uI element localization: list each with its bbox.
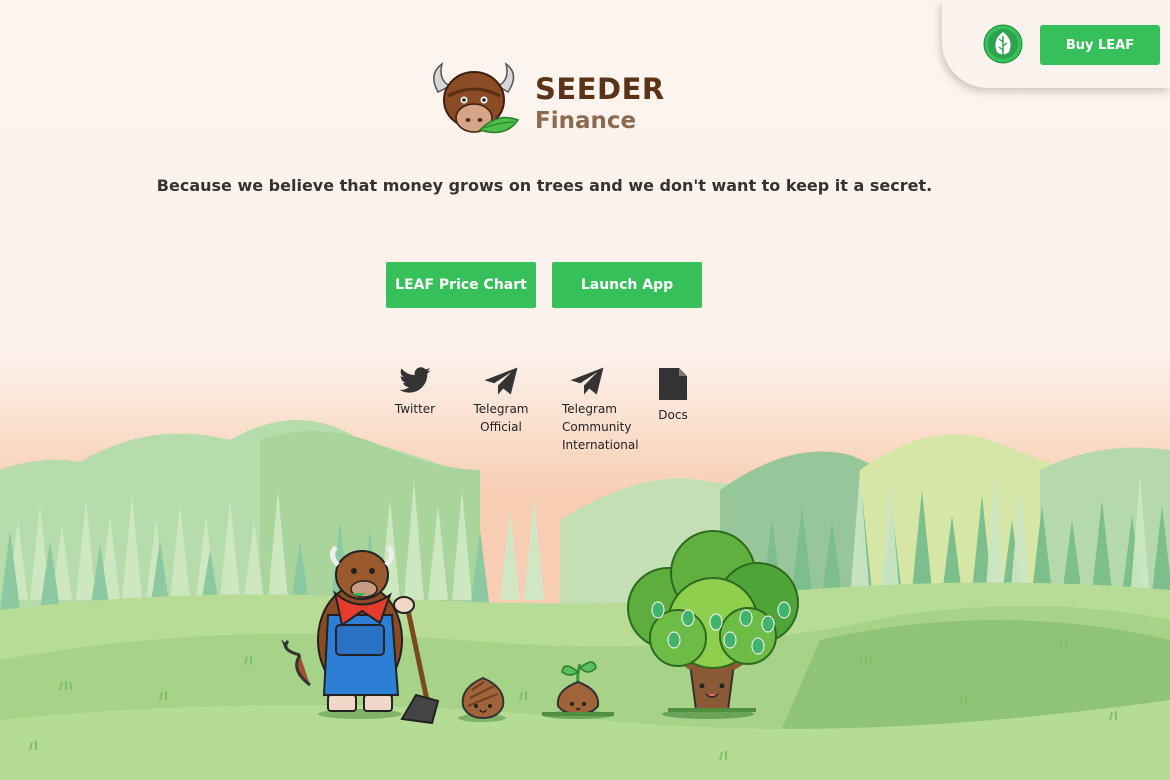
leaf-token-icon (983, 24, 1023, 64)
twitter-link[interactable]: Twitter (370, 366, 460, 418)
sprouting-seed-character (542, 661, 614, 716)
leaf-price-chart-button[interactable]: LEAF Price Chart (386, 262, 536, 308)
seeder-finance-logo[interactable]: SEEDER Finance (428, 62, 668, 142)
telegram-official-link[interactable]: Telegram Official (456, 366, 546, 436)
header-corner-panel: Buy LEAF (942, 0, 1170, 88)
buy-leaf-button[interactable]: Buy LEAF (1040, 25, 1160, 65)
telegram-community-link[interactable]: Telegram Community International (542, 366, 639, 454)
telegram-icon (570, 367, 604, 395)
tagline: Because we believe that money grows on t… (156, 176, 933, 195)
launch-app-button[interactable]: Launch App (552, 262, 702, 308)
document-icon (659, 368, 687, 400)
logo-title: SEEDER (535, 72, 665, 106)
docs-link[interactable]: Docs (628, 366, 718, 424)
telegram-icon (484, 367, 518, 395)
bull-farmer-illustration (281, 545, 440, 725)
docs-label: Docs (658, 408, 688, 422)
telegram-community-label: Telegram Community International (562, 402, 639, 452)
bull-head-logo-icon (433, 62, 520, 134)
seed-character (461, 676, 505, 720)
twitter-label: Twitter (394, 402, 436, 416)
telegram-official-label: Telegram Official (473, 402, 529, 434)
leaf-tree-character (627, 530, 799, 712)
twitter-icon (399, 367, 431, 393)
logo-subtitle: Finance (535, 108, 637, 134)
